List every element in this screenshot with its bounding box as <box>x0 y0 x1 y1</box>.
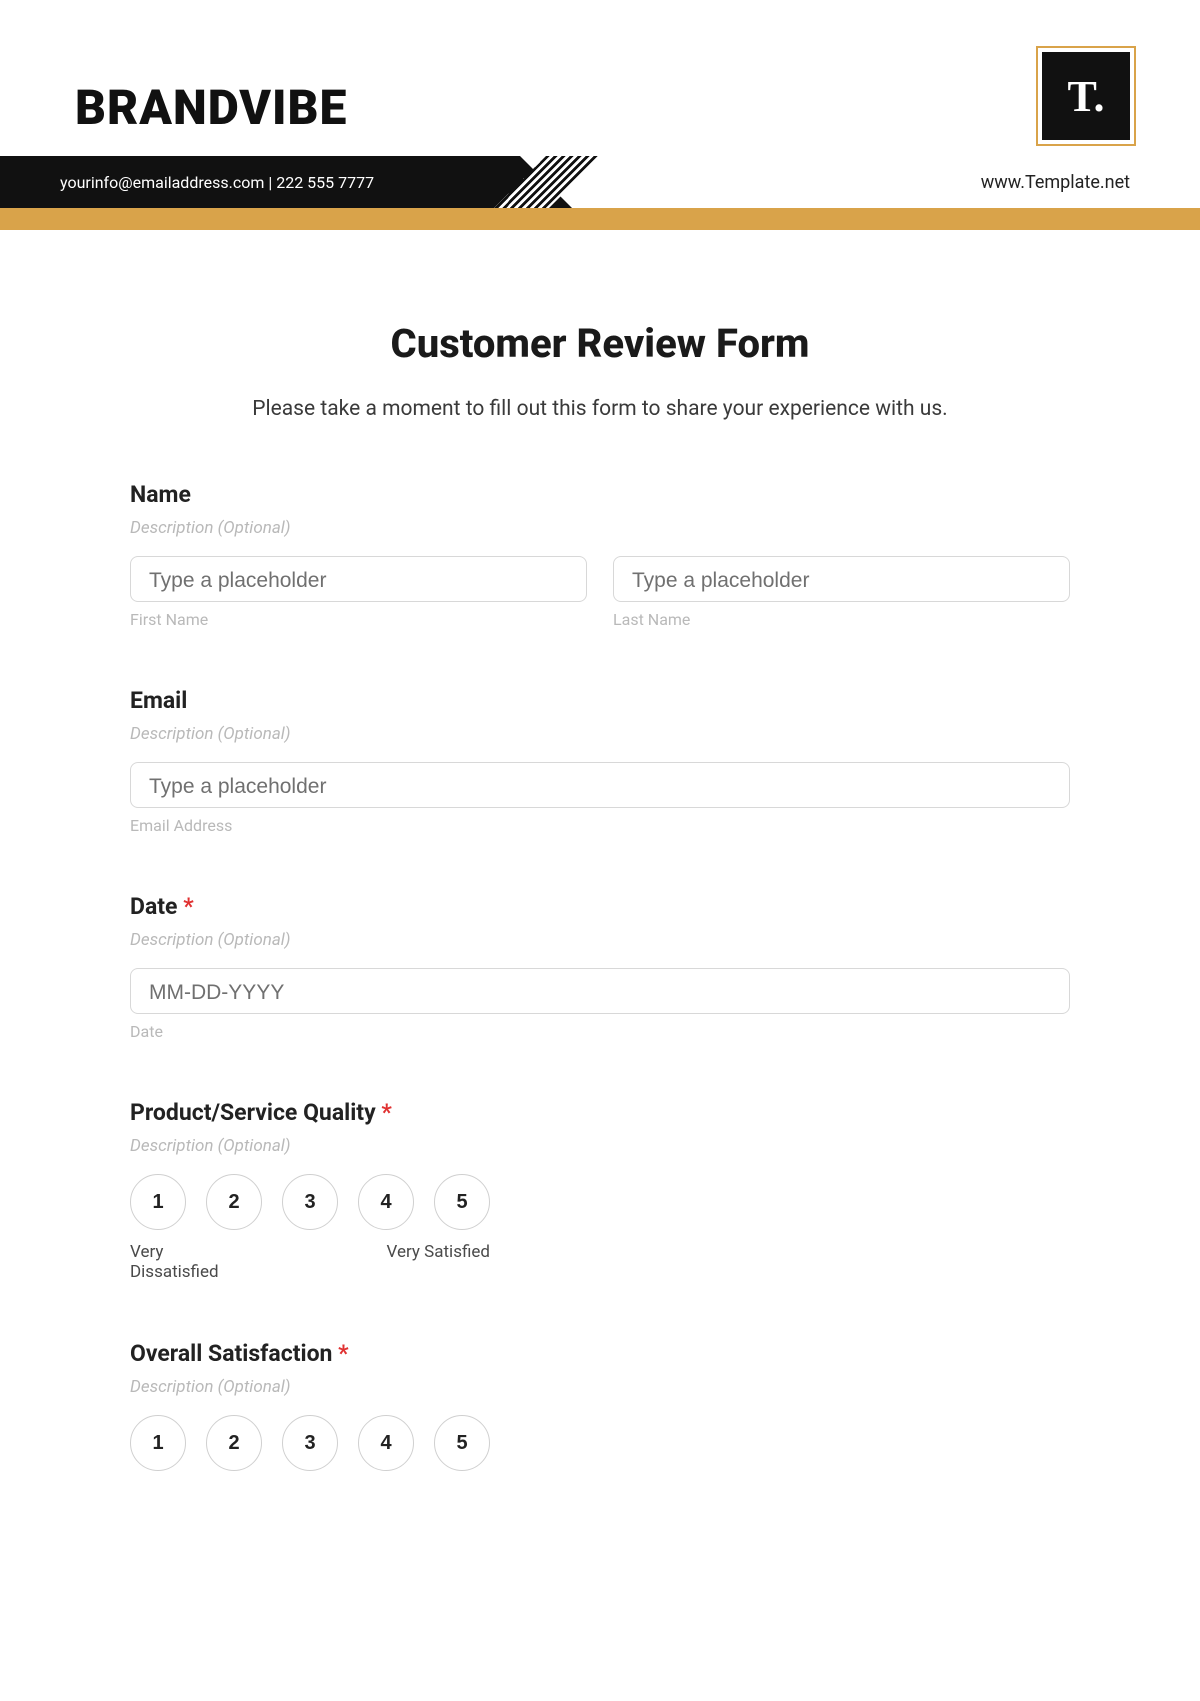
section-name: Name Description (Optional) First Name L… <box>130 481 1070 629</box>
first-name-sublabel: First Name <box>130 610 587 629</box>
overall-label: Overall Satisfaction * <box>130 1340 1070 1367</box>
section-date: Date * Description (Optional) Date <box>130 893 1070 1041</box>
quality-desc: Description (Optional) <box>130 1136 1070 1156</box>
overall-rating-2[interactable]: 2 <box>206 1415 262 1471</box>
overall-rating-5[interactable]: 5 <box>434 1415 490 1471</box>
section-overall: Overall Satisfaction * Description (Opti… <box>130 1340 1070 1471</box>
document-page: BRANDVIBE T. yourinfo@emailaddress.com |… <box>0 0 1200 1511</box>
form-intro: Please take a moment to fill out this fo… <box>130 397 1070 421</box>
overall-rating-row: 1 2 3 4 5 <box>130 1415 1070 1471</box>
first-name-input[interactable] <box>130 556 587 602</box>
contact-text: yourinfo@emailaddress.com | 222 555 7777 <box>60 173 374 192</box>
name-desc: Description (Optional) <box>130 518 1070 538</box>
email-desc: Description (Optional) <box>130 724 1070 744</box>
template-logo: T. <box>1042 52 1130 140</box>
date-sublabel: Date <box>130 1022 1070 1041</box>
gold-strip <box>0 208 1200 230</box>
quality-rating-row: 1 2 3 4 5 <box>130 1174 1070 1230</box>
last-name-sublabel: Last Name <box>613 610 1070 629</box>
date-input[interactable] <box>130 968 1070 1014</box>
overall-rating-1[interactable]: 1 <box>130 1415 186 1471</box>
brand-name: BRANDVIBE <box>75 79 347 136</box>
date-required: * <box>183 893 193 920</box>
quality-label-text: Product/Service Quality <box>130 1099 381 1126</box>
date-label-text: Date <box>130 893 183 920</box>
header-top: BRANDVIBE T. <box>0 0 1200 136</box>
quality-rating-2[interactable]: 2 <box>206 1174 262 1230</box>
quality-rating-4[interactable]: 4 <box>358 1174 414 1230</box>
overall-rating-4[interactable]: 4 <box>358 1415 414 1471</box>
header-bar-row: yourinfo@emailaddress.com | 222 555 7777… <box>0 156 1200 208</box>
overall-desc: Description (Optional) <box>130 1377 1070 1397</box>
quality-rating-labels: Very Dissatisfied Very Satisfied <box>130 1242 490 1282</box>
section-quality: Product/Service Quality * Description (O… <box>130 1099 1070 1282</box>
quality-low-label: Very Dissatisfied <box>130 1242 250 1282</box>
email-input[interactable] <box>130 762 1070 808</box>
section-email: Email Description (Optional) Email Addre… <box>130 687 1070 835</box>
template-logo-text: T. <box>1067 71 1104 122</box>
quality-label: Product/Service Quality * <box>130 1099 1070 1126</box>
last-name-input[interactable] <box>613 556 1070 602</box>
overall-required: * <box>338 1340 348 1367</box>
name-label: Name <box>130 481 1070 508</box>
overall-rating-3[interactable]: 3 <box>282 1415 338 1471</box>
email-label: Email <box>130 687 1070 714</box>
quality-required: * <box>381 1099 391 1126</box>
quality-rating-3[interactable]: 3 <box>282 1174 338 1230</box>
website-text: www.Template.net <box>981 172 1200 193</box>
email-sublabel: Email Address <box>130 816 1070 835</box>
overall-label-text: Overall Satisfaction <box>130 1340 338 1367</box>
quality-high-label: Very Satisfied <box>387 1242 490 1282</box>
form-container: Customer Review Form Please take a momen… <box>0 230 1200 1511</box>
quality-rating-1[interactable]: 1 <box>130 1174 186 1230</box>
quality-rating-5[interactable]: 5 <box>434 1174 490 1230</box>
form-title: Customer Review Form <box>130 320 1070 367</box>
date-desc: Description (Optional) <box>130 930 1070 950</box>
date-label: Date * <box>130 893 1070 920</box>
contact-bar: yourinfo@emailaddress.com | 222 555 7777 <box>0 156 520 208</box>
